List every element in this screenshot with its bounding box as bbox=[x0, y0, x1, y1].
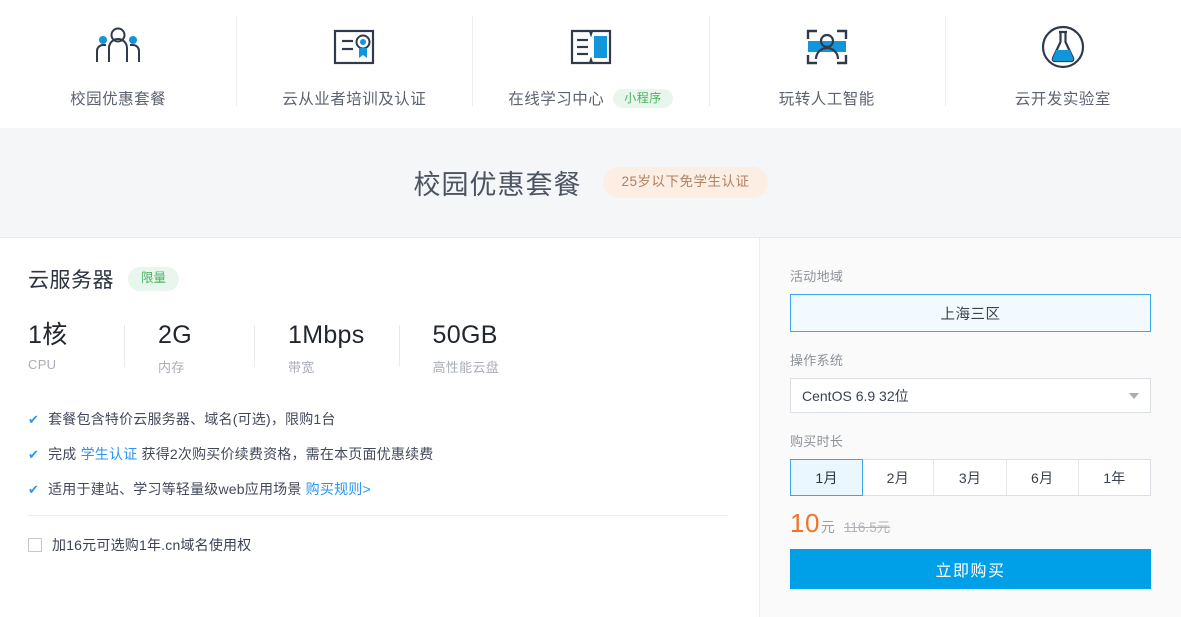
purchase-config-pane: 活动地域 上海三区 操作系统 CentOS 6.9 32位 购买时长 1月 2月… bbox=[760, 238, 1181, 617]
region-label: 活动地域 bbox=[790, 269, 844, 284]
price-row: 10 元 116.5元 bbox=[790, 510, 1151, 537]
product-name: 云服务器 bbox=[28, 269, 114, 292]
spec-label: 内存 bbox=[158, 359, 185, 375]
spec-item-bandwidth: 1Mbps 带宽 bbox=[254, 321, 399, 376]
purchase-rules-link[interactable]: 购买规则> bbox=[306, 481, 371, 497]
nav-item-label: 玩转人工智能 bbox=[778, 91, 875, 108]
original-price: 116.5元 bbox=[843, 520, 891, 535]
feature-item: ✔ 套餐包含特价云服务器、域名(可选)，限购1台 bbox=[28, 410, 729, 429]
price-currency-unit: 元 bbox=[820, 519, 835, 535]
spec-label: CPU bbox=[28, 356, 57, 372]
nav-item-label: 校园优惠套餐 bbox=[70, 91, 167, 108]
nav-item-campus-package[interactable]: 校园优惠套餐 bbox=[0, 0, 236, 128]
feature-item: ✔ 完成 学生认证 获得2次购买价续费资格，需在本页面优惠续费 bbox=[28, 445, 729, 464]
top-navigation: 校园优惠套餐 云从业者培训及认证 在线学习中心 小程序 玩转人工智能 云开发实验… bbox=[0, 0, 1181, 128]
page-title: 校园优惠套餐 bbox=[413, 170, 582, 200]
spec-label: 高性能云盘 bbox=[432, 359, 500, 375]
chevron-down-icon bbox=[1129, 392, 1139, 399]
spec-item-disk: 50GB 高性能云盘 bbox=[398, 321, 534, 376]
nav-item-cloud-dev-lab[interactable]: 云开发实验室 bbox=[944, 0, 1181, 128]
domain-option-label: 加16元可选购1年.cn域名使用权 bbox=[52, 536, 252, 553]
student-verification-link[interactable]: 学生认证 bbox=[81, 446, 138, 462]
check-icon: ✔ bbox=[28, 411, 40, 427]
feature-text-part: 适用于建站、学习等轻量级web应用场景 bbox=[48, 480, 306, 497]
feature-item: ✔ 适用于建站、学习等轻量级web应用场景 购买规则> bbox=[28, 480, 729, 499]
face-recognition-icon bbox=[803, 23, 851, 71]
nav-item-cloud-training[interactable]: 云从业者培训及认证 bbox=[236, 0, 472, 128]
check-icon: ✔ bbox=[28, 446, 40, 462]
spec-item-cpu: 1核 CPU bbox=[28, 321, 124, 376]
feature-text-part: 获得2次购买价续费资格，需在本页面优惠续费 bbox=[137, 445, 434, 462]
student-verify-badge: 25岁以下免学生认证 bbox=[603, 167, 768, 198]
product-details-pane: 云服务器 限量 1核 CPU 2G 内存 1Mbps 带宽 50GB 高性能云盘 bbox=[0, 238, 760, 617]
feature-text-part: 完成 bbox=[48, 445, 81, 462]
title-band: 校园优惠套餐 25岁以下免学生认证 bbox=[0, 128, 1181, 237]
duration-option-1-month[interactable]: 1月 bbox=[790, 459, 864, 496]
feature-text-part: 套餐包含特价云服务器、域名(可选)，限购1台 bbox=[48, 410, 336, 427]
duration-group: 1月 2月 3月 6月 1年 bbox=[790, 459, 1151, 496]
nav-item-ai-playground[interactable]: 玩转人工智能 bbox=[708, 0, 945, 128]
feature-text: 适用于建站、学习等轻量级web应用场景 购买规则> bbox=[48, 480, 371, 499]
feature-text: 套餐包含特价云服务器、域名(可选)，限购1台 bbox=[48, 410, 336, 429]
spec-value: 2G bbox=[158, 321, 192, 349]
product-header: 云服务器 限量 bbox=[28, 264, 729, 294]
domain-option-row: 加16元可选购1年.cn域名使用权 bbox=[28, 535, 729, 555]
nav-item-label: 在线学习中心 bbox=[508, 91, 605, 108]
nav-item-badge: 小程序 bbox=[613, 88, 673, 108]
spec-value: 1Mbps bbox=[288, 321, 365, 349]
region-option-shanghai-3[interactable]: 上海三区 bbox=[790, 294, 1151, 332]
certificate-icon bbox=[331, 23, 377, 71]
main-content: 云服务器 限量 1核 CPU 2G 内存 1Mbps 带宽 50GB 高性能云盘 bbox=[0, 237, 1181, 617]
duration-option-3-months[interactable]: 3月 bbox=[934, 460, 1007, 495]
feature-list: ✔ 套餐包含特价云服务器、域名(可选)，限购1台 ✔ 完成 学生认证 获得2次购… bbox=[28, 410, 729, 499]
spec-label: 带宽 bbox=[288, 359, 315, 375]
current-price: 10 bbox=[790, 508, 820, 538]
nav-item-label: 云从业者培训及认证 bbox=[282, 91, 427, 108]
limited-stock-badge: 限量 bbox=[128, 267, 180, 291]
os-select[interactable]: CentOS 6.9 32位 bbox=[790, 378, 1151, 413]
duration-label: 购买时长 bbox=[790, 434, 844, 449]
os-select-value: CentOS 6.9 32位 bbox=[802, 387, 909, 404]
os-label: 操作系统 bbox=[790, 353, 844, 368]
nav-item-online-learning[interactable]: 在线学习中心 小程序 bbox=[472, 0, 708, 128]
divider bbox=[28, 514, 728, 516]
duration-option-2-months[interactable]: 2月 bbox=[862, 460, 935, 495]
feature-text: 完成 学生认证 获得2次购买价续费资格，需在本页面优惠续费 bbox=[48, 445, 433, 464]
people-group-icon bbox=[93, 23, 143, 71]
spec-list: 1核 CPU 2G 内存 1Mbps 带宽 50GB 高性能云盘 bbox=[28, 321, 729, 376]
duration-option-6-months[interactable]: 6月 bbox=[1007, 460, 1079, 495]
nav-item-label: 云开发实验室 bbox=[1014, 91, 1111, 108]
buy-now-button[interactable]: 立即购买 bbox=[790, 549, 1151, 589]
duration-option-1-year[interactable]: 1年 bbox=[1079, 460, 1150, 495]
check-icon: ✔ bbox=[28, 481, 40, 497]
open-book-icon bbox=[568, 23, 614, 71]
flask-circle-icon bbox=[1039, 23, 1087, 71]
spec-item-memory: 2G 内存 bbox=[124, 321, 254, 376]
spec-value: 1核 bbox=[28, 321, 68, 349]
domain-option-checkbox[interactable] bbox=[28, 537, 42, 552]
spec-value: 50GB bbox=[432, 321, 498, 349]
